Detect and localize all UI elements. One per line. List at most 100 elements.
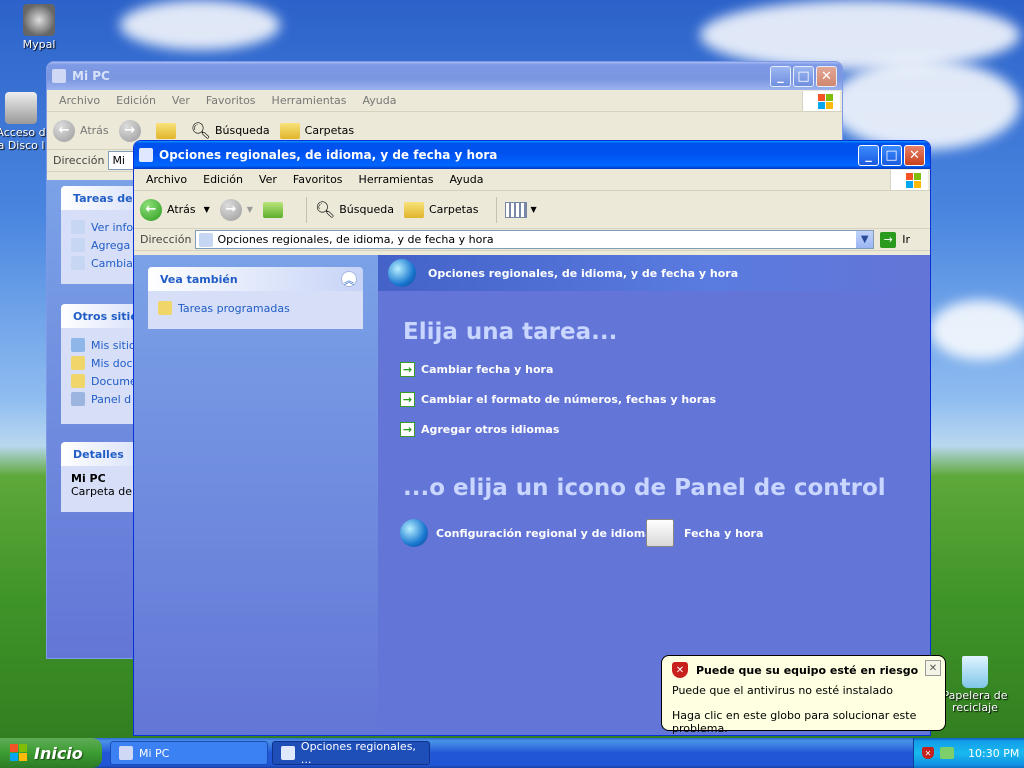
window-regional-options[interactable]: Opciones regionales, de idioma, y de fec…: [133, 140, 931, 736]
date-time-icon-link[interactable]: Fecha y hora: [646, 519, 763, 547]
balloon-close-button[interactable]: ✕: [925, 660, 941, 676]
green-arrow-icon: →: [400, 422, 415, 437]
security-balloon[interactable]: ✕ Puede que su equipo esté en riesgo ✕ P…: [661, 655, 946, 735]
search-label: Búsqueda: [214, 124, 270, 137]
back-button[interactable]: ← Atrás: [53, 119, 109, 142]
disk-shortcut-icon: [5, 92, 37, 124]
menu-edicion[interactable]: Edición: [195, 173, 251, 186]
clock[interactable]: 10:30 PM: [968, 747, 1019, 760]
taskbar-button-mi-pc[interactable]: Mi PC: [110, 741, 268, 765]
address-label: Dirección: [140, 233, 192, 246]
menu-herramientas[interactable]: Herramientas: [264, 94, 355, 107]
balloon-title: Puede que su equipo esté en riesgo: [696, 663, 919, 677]
computer-icon: [52, 69, 66, 83]
place-link-label: Mis doc: [91, 356, 133, 370]
back-button[interactable]: ← Atrás ▼: [140, 198, 210, 221]
calendar-clock-icon: [646, 519, 674, 547]
control-panel-icon: [139, 148, 153, 162]
forward-button[interactable]: → ▼: [219, 198, 253, 221]
task-pane: Vea también ︽ Tareas programadas: [134, 255, 378, 735]
network-icon[interactable]: [940, 747, 954, 759]
add-icon: [71, 238, 85, 252]
regional-settings-icon-link[interactable]: Configuración regional y de idioma: [400, 519, 653, 547]
close-button[interactable]: ✕: [904, 144, 925, 166]
collapse-chevron-icon[interactable]: ︽: [341, 271, 357, 287]
menu-favoritos[interactable]: Favoritos: [285, 173, 351, 186]
start-button[interactable]: Inicio: [0, 738, 102, 768]
scheduled-tasks-link[interactable]: Tareas programadas: [158, 301, 353, 315]
up-button[interactable]: [262, 201, 288, 218]
menu-archivo[interactable]: Archivo: [51, 94, 108, 107]
close-button[interactable]: ✕: [816, 65, 837, 87]
desktop-icon-label: Papelera de reciclaje: [942, 689, 1008, 714]
folders-button[interactable]: Carpetas: [279, 122, 354, 139]
security-shield-icon: ✕: [672, 662, 688, 678]
search-label: Búsqueda: [339, 203, 394, 216]
taskbar-button-regional-options[interactable]: Opciones regionales, ...: [272, 740, 430, 766]
go-arrow-icon: →: [880, 231, 897, 248]
globe-icon: [400, 519, 428, 547]
menu-favoritos[interactable]: Favoritos: [198, 94, 264, 107]
control-panel-icon: [281, 746, 295, 760]
task-link-label: Ver info: [91, 220, 134, 234]
menu-ver[interactable]: Ver: [164, 94, 198, 107]
minimize-button[interactable]: _: [770, 65, 791, 87]
menu-bar: Archivo Edición Ver Favoritos Herramient…: [47, 90, 842, 112]
balloon-line-2: Haga clic en este globo para solucionar …: [672, 709, 917, 735]
task-change-date-time[interactable]: → Cambiar fecha y hora: [400, 362, 553, 377]
maximize-button[interactable]: □: [881, 144, 902, 166]
taskbar-button-label: Mi PC: [139, 746, 170, 760]
control-panel-icon: [71, 392, 85, 406]
views-dropdown-icon: ▼: [530, 205, 537, 214]
place-link-label: Panel d: [91, 392, 132, 406]
up-button[interactable]: [155, 122, 181, 139]
address-dropdown-button[interactable]: ▼: [856, 231, 874, 248]
task-link-label: Agrega: [91, 238, 131, 252]
desktop-icon-recycle-bin[interactable]: Papelera de reciclaje: [940, 656, 1010, 714]
address-bar: Dirección Opciones regionales, de idioma…: [134, 229, 930, 251]
search-button[interactable]: 🔍︎ Búsqueda: [315, 200, 394, 219]
title-bar[interactable]: Mi PC _ □ ✕: [47, 62, 842, 90]
green-arrow-icon: →: [400, 362, 415, 377]
maximize-button[interactable]: □: [793, 65, 814, 87]
forward-dropdown-icon[interactable]: ▼: [247, 205, 253, 214]
desktop-icon-mypal[interactable]: Mypal: [4, 4, 74, 51]
window-title: Opciones regionales, de idioma, y de fec…: [159, 148, 498, 162]
see-also-box: Vea también ︽ Tareas programadas: [148, 267, 363, 329]
menu-archivo[interactable]: Archivo: [138, 173, 195, 186]
desktop-icon-disk-shortcut[interactable]: Acceso d a Disco l: [0, 92, 50, 152]
task-change-format[interactable]: → Cambiar el formato de números, fechas …: [400, 392, 716, 407]
back-arrow-icon: ←: [53, 119, 75, 142]
menu-ayuda[interactable]: Ayuda: [441, 173, 491, 186]
address-value: Mi: [112, 154, 125, 167]
menu-ayuda[interactable]: Ayuda: [354, 94, 404, 107]
minimize-button[interactable]: _: [858, 144, 879, 166]
place-link-label: Docume: [91, 374, 137, 388]
globe-clock-icon: [388, 259, 416, 287]
system-tray: ✕ 10:30 PM: [913, 738, 1024, 768]
menu-herramientas[interactable]: Herramientas: [351, 173, 442, 186]
scheduled-tasks-label: Tareas programadas: [178, 301, 290, 315]
menu-bar: Archivo Edición Ver Favoritos Herramient…: [134, 169, 930, 191]
folder-icon: [71, 374, 85, 388]
menu-ver[interactable]: Ver: [251, 173, 285, 186]
folders-icon: [279, 122, 300, 139]
go-button[interactable]: → Ir: [880, 231, 910, 248]
back-dropdown-icon[interactable]: ▼: [204, 205, 210, 214]
scheduled-tasks-icon: [158, 301, 172, 315]
windows-logo-icon: [802, 91, 840, 111]
forward-button[interactable]: →: [118, 119, 146, 142]
up-folder-icon: [155, 122, 176, 139]
address-value: Opciones regionales, de idioma, y de fec…: [217, 233, 494, 246]
folders-button[interactable]: Carpetas: [403, 201, 478, 218]
search-button[interactable]: 🔍︎ Búsqueda: [191, 121, 270, 140]
views-button[interactable]: ▼: [505, 201, 537, 218]
address-field[interactable]: Opciones regionales, de idioma, y de fec…: [195, 230, 875, 249]
task-link-label: Cambia: [91, 256, 133, 270]
task-add-languages[interactable]: → Agregar otros idiomas: [400, 422, 559, 437]
security-alert-icon[interactable]: ✕: [922, 747, 934, 759]
title-bar[interactable]: Opciones regionales, de idioma, y de fec…: [134, 141, 930, 169]
menu-edicion[interactable]: Edición: [108, 94, 164, 107]
control-panel-icon: [199, 232, 214, 247]
see-also-title[interactable]: Vea también: [148, 267, 363, 291]
